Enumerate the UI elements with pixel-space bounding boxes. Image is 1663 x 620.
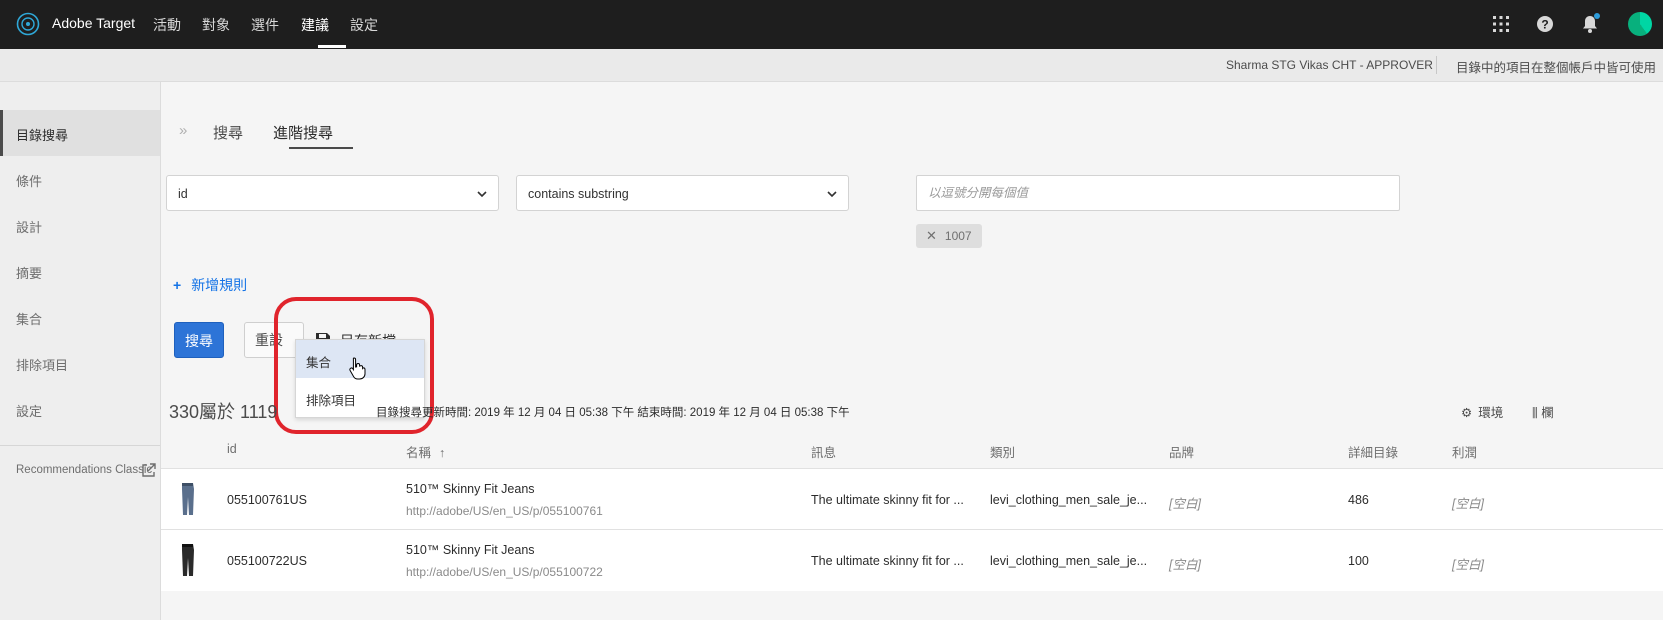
- gear-icon: ⚙: [1461, 406, 1473, 420]
- main-content: » 搜尋 進階搜尋 id contains substring ✕ 1007 + 新…: [161, 82, 1663, 620]
- cell-url: http://adobe/US/en_US/p/055100761: [406, 504, 603, 518]
- sidebar-item-collections[interactable]: 集合: [0, 294, 160, 340]
- value-tag[interactable]: ✕ 1007: [916, 224, 982, 248]
- sidebar-item-feeds[interactable]: 摘要: [0, 248, 160, 294]
- tag-label: 1007: [944, 229, 972, 243]
- nav-setup[interactable]: 設定: [350, 15, 378, 35]
- cell-margin: [空白]: [1452, 558, 1484, 572]
- column-header-margin[interactable]: 利潤: [1452, 442, 1477, 461]
- sidebar-item-exclusions[interactable]: 排除項目: [0, 340, 160, 386]
- sidebar-item-catalog-search[interactable]: 目錄搜尋: [0, 110, 160, 156]
- help-icon[interactable]: ?: [1535, 14, 1555, 34]
- chevron-down-icon: [827, 191, 837, 198]
- sidebar: 目錄搜尋 條件 設計 摘要 集合 排除項目 設定 Recommendations…: [0, 82, 161, 620]
- tab-advanced-search[interactable]: 進階搜尋: [273, 122, 333, 143]
- sub-header: Sharma STG Vikas CHT - APPROVER 目錄中的項目在整…: [0, 49, 1663, 82]
- hand-cursor-icon: [349, 357, 366, 380]
- catalog-scope-note: 目錄中的項目在整個帳戶中皆可使用: [1456, 61, 1657, 75]
- cell-id: 055100722US: [227, 554, 307, 568]
- table-header: id 名稱 ↑ 訊息 類別 品牌 詳細目錄 利潤: [161, 430, 1663, 468]
- columns-button[interactable]: ⫼ 欄: [1532, 402, 1554, 421]
- sidebar-item-label: 摘要: [16, 266, 43, 281]
- operator-select[interactable]: contains substring: [516, 175, 849, 211]
- columns-icon: ⫼: [1532, 406, 1542, 420]
- divider: [0, 445, 160, 446]
- tab-active-indicator: [289, 147, 353, 149]
- sidebar-item-label: 排除項目: [16, 358, 69, 373]
- nav-active-indicator: [318, 45, 346, 48]
- cell-message: The ultimate skinny fit for ...: [811, 493, 964, 507]
- top-nav: Adobe Target 活動 對象 選件 建議 設定 ?: [0, 0, 1663, 49]
- plus-icon: +: [173, 277, 182, 293]
- catalog-update-time: 目錄搜尋更新時間: 2019 年 12 月 04 日 05:38 下午 結束時間…: [376, 407, 850, 419]
- notification-badge: [1594, 13, 1600, 19]
- nav-offers[interactable]: 選件: [251, 15, 279, 35]
- product-thumbnail: [182, 483, 194, 515]
- table-row[interactable]: 055100722US 510™ Skinny Fit Jeans http:/…: [161, 529, 1663, 591]
- sidebar-item-label: 目錄搜尋: [16, 128, 69, 143]
- column-header-category[interactable]: 類別: [990, 442, 1015, 461]
- user-role-label: Sharma STG Vikas CHT - APPROVER: [1226, 58, 1433, 72]
- cell-inventory: 486: [1348, 493, 1369, 507]
- adobe-target-logo-icon[interactable]: [16, 12, 40, 36]
- column-header-inventory[interactable]: 詳細目錄: [1348, 442, 1398, 461]
- sidebar-item-label: 條件: [16, 174, 43, 189]
- sidebar-item-label: 設定: [16, 404, 43, 419]
- cell-brand: [空白]: [1169, 558, 1201, 572]
- user-avatar[interactable]: [1628, 12, 1652, 36]
- cell-id: 055100761US: [227, 493, 307, 507]
- nav-activities[interactable]: 活動: [153, 15, 181, 35]
- menu-item-label: 排除項目: [306, 394, 357, 408]
- field-select-value: id: [178, 187, 188, 201]
- recommendations-classic-link[interactable]: Recommendations Classic: [16, 464, 152, 476]
- divider: [1436, 56, 1437, 74]
- sidebar-item-criteria[interactable]: 條件: [0, 156, 160, 202]
- search-button[interactable]: 搜尋: [174, 322, 224, 358]
- svg-text:?: ?: [1541, 18, 1548, 32]
- sidebar-item-settings[interactable]: 設定: [0, 386, 160, 432]
- sort-ascending-icon[interactable]: ↑: [439, 446, 445, 460]
- nav-recommendations[interactable]: 建議: [301, 15, 329, 35]
- column-header-label: 名稱: [406, 446, 432, 460]
- sidebar-item-designs[interactable]: 設計: [0, 202, 160, 248]
- cell-inventory: 100: [1348, 554, 1369, 568]
- value-input[interactable]: [916, 175, 1400, 211]
- cell-category: levi_clothing_men_sale_je...: [990, 493, 1148, 507]
- app-grid-icon[interactable]: [1491, 14, 1511, 34]
- add-rule-label: 新增規則: [191, 277, 248, 293]
- cell-message: The ultimate skinny fit for ...: [811, 554, 964, 568]
- expand-rail-icon[interactable]: »: [179, 122, 187, 139]
- cell-name[interactable]: 510™ Skinny Fit Jeans: [406, 543, 535, 557]
- cell-category: levi_clothing_men_sale_je...: [990, 554, 1148, 568]
- column-header-id[interactable]: id: [227, 442, 237, 456]
- app-title[interactable]: Adobe Target: [52, 15, 135, 31]
- field-select[interactable]: id: [166, 175, 499, 211]
- cell-name[interactable]: 510™ Skinny Fit Jeans: [406, 482, 535, 496]
- sidebar-item-label: 集合: [16, 312, 43, 327]
- cell-margin: [空白]: [1452, 497, 1484, 511]
- product-thumbnail: [182, 544, 194, 576]
- nav-audiences[interactable]: 對象: [202, 15, 230, 35]
- chevron-down-icon: [477, 191, 487, 198]
- menu-item-label: 集合: [306, 356, 332, 370]
- sidebar-item-label: 設計: [16, 220, 43, 235]
- add-rule-button[interactable]: + 新增規則: [173, 275, 247, 295]
- column-header-message[interactable]: 訊息: [811, 442, 836, 461]
- tab-search[interactable]: 搜尋: [213, 122, 243, 143]
- external-link-icon[interactable]: [141, 462, 157, 478]
- cell-url: http://adobe/US/en_US/p/055100722: [406, 565, 603, 579]
- columns-label: 欄: [1541, 406, 1554, 420]
- column-header-brand[interactable]: 品牌: [1169, 442, 1194, 461]
- operator-select-value: contains substring: [528, 187, 629, 201]
- column-header-name[interactable]: 名稱 ↑: [406, 442, 445, 461]
- table-row[interactable]: 055100761US 510™ Skinny Fit Jeans http:/…: [161, 468, 1663, 530]
- environment-label: 環境: [1478, 406, 1504, 420]
- environment-button[interactable]: ⚙ 環境: [1461, 402, 1503, 421]
- result-count: 330屬於 1119: [169, 402, 278, 422]
- cell-brand: [空白]: [1169, 497, 1201, 511]
- remove-tag-icon[interactable]: ✕: [926, 228, 937, 243]
